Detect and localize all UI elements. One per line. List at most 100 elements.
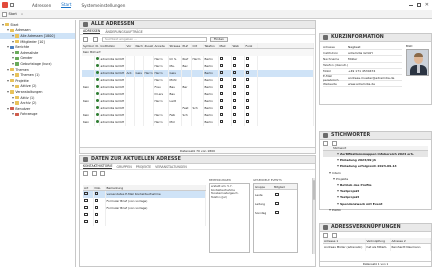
- expand-icon[interactable]: [337, 202, 339, 205]
- expand-icon[interactable]: [337, 196, 339, 199]
- details-scrollbar[interactable]: [312, 178, 315, 254]
- breadcrumb[interactable]: Start: [9, 12, 17, 16]
- expand-icon[interactable]: [12, 85, 14, 88]
- expand-icon[interactable]: [12, 34, 14, 37]
- links-row[interactable]: Andreas Müller (adrenalin) hat als Mitarb…: [323, 243, 431, 251]
- document-icon[interactable]: [94, 206, 99, 209]
- search-input[interactable]: Suchtext eingeben ...: [102, 36, 207, 42]
- mail-icon[interactable]: [219, 99, 224, 102]
- mail-icon[interactable]: [219, 85, 224, 88]
- document-icon[interactable]: [94, 213, 99, 216]
- table-row[interactable]: adremdia GmbH Dr.ers Bau Berlin: [82, 90, 314, 98]
- breadcrumb-close-icon[interactable]: ×: [21, 12, 24, 16]
- menu-tab-start[interactable]: Start: [61, 2, 72, 8]
- search-button[interactable]: Finden: [210, 36, 228, 42]
- web-icon[interactable]: [245, 78, 250, 81]
- mail-icon[interactable]: [219, 106, 224, 109]
- expand-icon[interactable]: [12, 57, 14, 60]
- home-icon[interactable]: [2, 11, 7, 17]
- web-icon[interactable]: [245, 113, 250, 116]
- phone-icon[interactable]: [232, 99, 237, 102]
- expand-icon[interactable]: [329, 208, 331, 211]
- expand-icon[interactable]: [7, 29, 9, 32]
- expand-icon[interactable]: [337, 165, 339, 168]
- history-row[interactable]: Formular Brief (von vorlage): [83, 204, 206, 212]
- event-row[interactable]: Leute: [254, 190, 297, 199]
- phone-icon[interactable]: [232, 113, 237, 116]
- phone-icon[interactable]: [232, 120, 237, 123]
- phone-icon[interactable]: [232, 78, 237, 81]
- web-icon[interactable]: [245, 71, 250, 74]
- expand-icon[interactable]: [337, 153, 339, 156]
- history-row[interactable]: Formular Brief (von vorlage): [83, 197, 206, 205]
- web-icon[interactable]: [245, 120, 250, 123]
- menu-tab-systemeinstellungen[interactable]: Systemeinstellungen: [81, 3, 125, 8]
- mail-icon[interactable]: [219, 113, 224, 116]
- phone-icon[interactable]: [232, 57, 237, 60]
- phone-icon[interactable]: [232, 92, 237, 95]
- tab-adressen[interactable]: ADRESSEN: [83, 29, 101, 34]
- expand-icon[interactable]: [12, 51, 14, 54]
- expand-icon[interactable]: [7, 68, 9, 71]
- expand-icon[interactable]: [7, 79, 9, 82]
- history-row[interactable]: [83, 211, 206, 219]
- maximize-icon[interactable]: [416, 3, 421, 7]
- phone-icon[interactable]: [232, 106, 237, 109]
- expand-icon[interactable]: [333, 177, 335, 180]
- history-row[interactable]: versendetes E-Mail Kontaktaufnahme: [83, 190, 206, 198]
- info-value[interactable]: +49 171 4530474: [348, 69, 375, 73]
- web-icon[interactable]: [245, 64, 250, 67]
- list-view-icon[interactable]: [92, 36, 98, 42]
- expand-icon[interactable]: [2, 23, 4, 26]
- history-row[interactable]: [83, 218, 206, 226]
- filter-icon[interactable]: [83, 36, 88, 42]
- document-icon[interactable]: [94, 199, 99, 202]
- expand-icon[interactable]: [329, 171, 331, 174]
- expand-icon[interactable]: [12, 74, 14, 77]
- expand-icon[interactable]: [7, 46, 9, 49]
- group-row[interactable]: Kein Bild erf.: [82, 48, 314, 56]
- mail-icon[interactable]: [219, 64, 224, 67]
- web-icon[interactable]: [245, 92, 250, 95]
- add-link-icon[interactable]: [323, 232, 328, 238]
- remove-keyword-icon[interactable]: [331, 140, 337, 146]
- expand-icon[interactable]: [337, 159, 339, 162]
- table-row[interactable]: adremdia GmbH Herrn Mühl Berlin: [82, 76, 314, 84]
- menu-tab-adressen[interactable]: Adressen: [32, 3, 51, 8]
- tab-veranstaltungen[interactable]: VERANSTALTUNGEN: [155, 165, 187, 170]
- mail-icon[interactable]: [219, 120, 224, 123]
- minimize-icon[interactable]: [408, 4, 413, 6]
- expand-icon[interactable]: [7, 90, 9, 93]
- event-row[interactable]: Sonntag: [254, 208, 297, 217]
- tab-kontakthistorie[interactable]: KONTAKTHISTORIE: [83, 164, 113, 169]
- tab-gruppen[interactable]: GRUPPEN: [116, 165, 131, 170]
- edit-contact-icon[interactable]: [91, 171, 97, 176]
- expand-icon[interactable]: [12, 113, 14, 116]
- checkbox-icon[interactable]: [275, 193, 279, 196]
- expand-icon[interactable]: [12, 62, 14, 65]
- mail-icon[interactable]: [219, 78, 224, 81]
- new-contact-icon[interactable]: [83, 171, 88, 176]
- table-row[interactable]: adremdia GmbH Fest Sch Berlin: [82, 104, 314, 112]
- keyword-item[interactable]: Politik: [323, 207, 428, 213]
- info-value[interactable]: andreas.mueller@adremdia.de: [348, 76, 394, 80]
- expand-icon[interactable]: [12, 40, 14, 43]
- phone-icon[interactable]: [232, 85, 237, 88]
- web-icon[interactable]: [245, 106, 250, 109]
- delete-contact-icon[interactable]: [100, 171, 105, 176]
- mail-icon[interactable]: [219, 92, 224, 95]
- expand-icon[interactable]: [7, 107, 9, 110]
- web-icon[interactable]: [245, 99, 250, 102]
- info-value[interactable]: adremdia GmbH: [348, 51, 373, 55]
- expand-icon[interactable]: [12, 102, 14, 105]
- remove-link-icon[interactable]: [331, 232, 337, 238]
- phone-icon[interactable]: [232, 64, 237, 67]
- add-keyword-icon[interactable]: [323, 140, 328, 146]
- checkbox-icon[interactable]: [275, 211, 279, 214]
- info-value[interactable]: Nagbest: [348, 45, 360, 49]
- tree-item[interactable]: Fahrzeuge: [0, 112, 75, 118]
- table-row[interactable]: Kein adremdia GmbH Herrn Falk Sch Berlin: [82, 111, 314, 119]
- document-icon[interactable]: [94, 192, 99, 196]
- mail-icon[interactable]: [219, 57, 224, 60]
- app-menu-icon[interactable]: [10, 3, 14, 7]
